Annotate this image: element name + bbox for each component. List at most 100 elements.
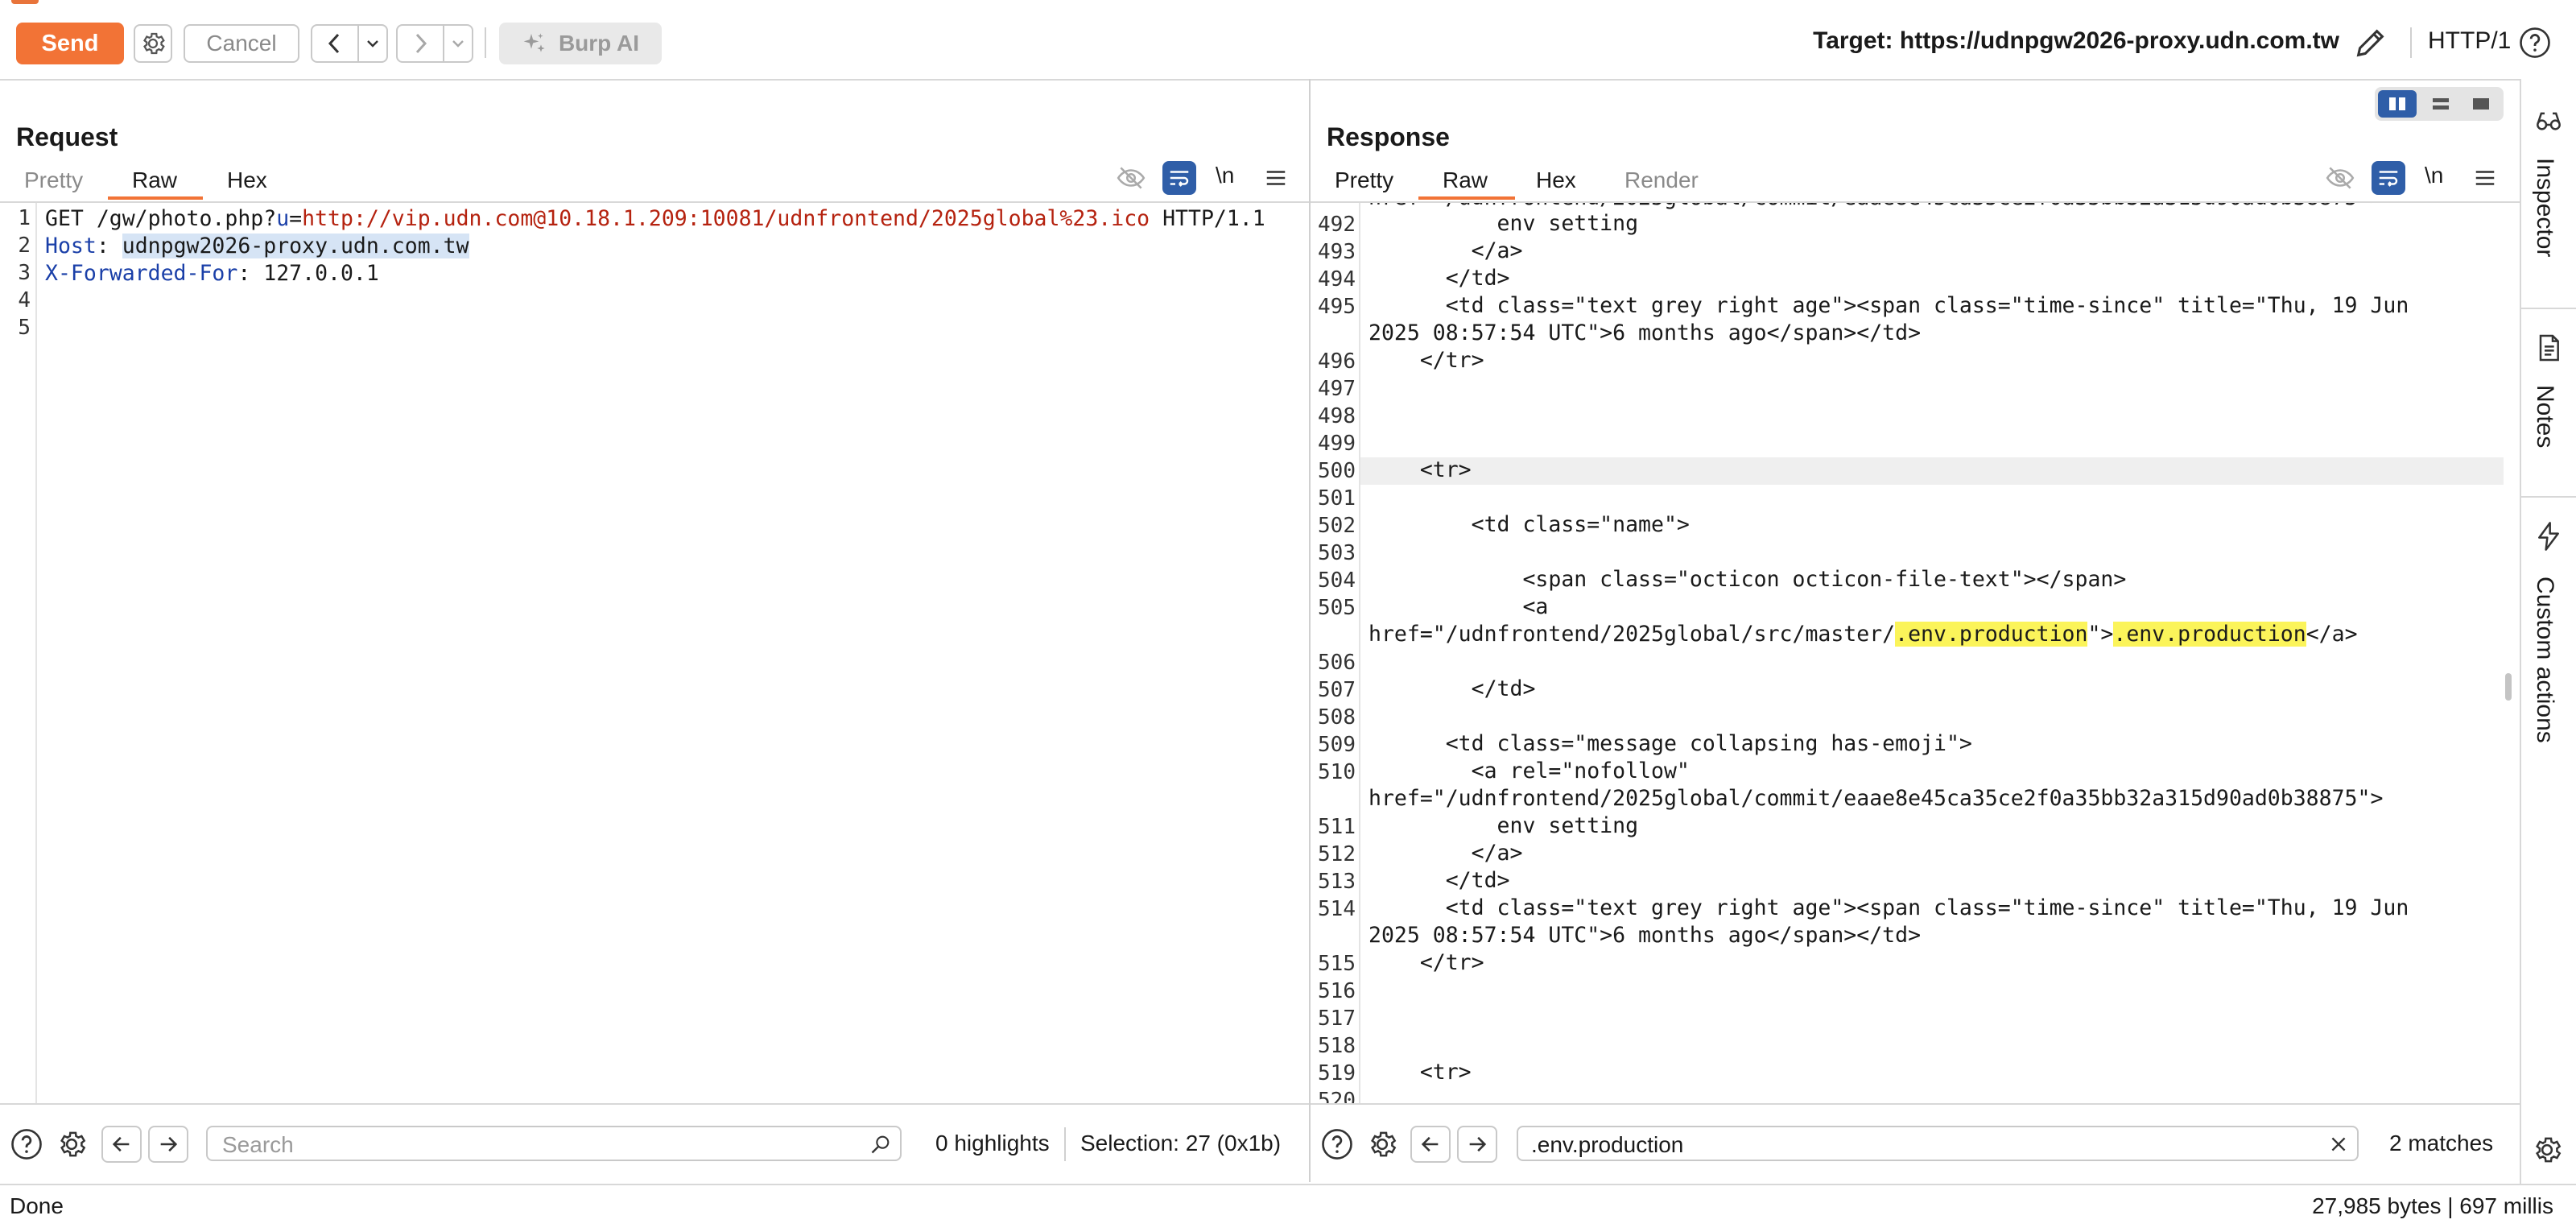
request-search-next-button[interactable] — [148, 1126, 188, 1163]
response-line-number: 498 — [1318, 404, 1356, 428]
response-line-number: 503 — [1318, 541, 1356, 565]
response-search-input[interactable]: .env.production — [1517, 1126, 2359, 1161]
toolbar-divider — [485, 27, 486, 58]
history-back-dropdown[interactable] — [357, 24, 388, 63]
response-code-line: <td class="message collapsing has-emoji"… — [1368, 731, 1972, 756]
notes-rail-label[interactable]: Notes — [2531, 385, 2558, 448]
single-pane-icon — [2473, 98, 2489, 110]
request-line-3[interactable]: X-Forwarded-For: 127.0.0.1 — [45, 261, 379, 286]
request-settings-button[interactable] — [134, 24, 172, 63]
response-code-line: <tr> — [1368, 457, 1472, 482]
response-line-number: 502 — [1318, 514, 1356, 538]
response-scrolled-line: href="/udnfrontend/2025global/commit/eaa… — [1368, 203, 2383, 210]
help-button[interactable] — [2518, 26, 2552, 60]
response-search-next-button[interactable] — [1457, 1126, 1497, 1163]
request-menu-button[interactable] — [1259, 161, 1293, 195]
history-back-button[interactable] — [311, 24, 359, 63]
eye-off-icon — [2326, 167, 2355, 189]
request-search-help-button[interactable] — [10, 1127, 43, 1161]
request-editor-border — [0, 201, 1309, 203]
http-version-label[interactable]: HTTP/1 — [2428, 27, 2511, 55]
response-search-settings-button[interactable] — [1365, 1127, 1399, 1161]
response-line-number: 510 — [1318, 760, 1356, 784]
edit-target-button[interactable] — [2352, 24, 2389, 61]
request-search-settings-button[interactable] — [55, 1127, 89, 1161]
chevron-left-icon — [328, 33, 340, 54]
response-line-number: 513 — [1318, 870, 1356, 894]
gear-icon — [143, 32, 165, 55]
layout-side-by-side-button[interactable] — [2378, 90, 2417, 118]
response-line-number: 508 — [1318, 705, 1356, 730]
response-code-line: </tr> — [1368, 950, 1484, 975]
arrow-left-icon — [1421, 1136, 1439, 1152]
custom-actions-rail-label[interactable]: Custom actions — [2531, 577, 2558, 743]
layout-single-button[interactable] — [2462, 90, 2500, 118]
response-scrollbar-thumb[interactable] — [2505, 673, 2512, 701]
response-code-line: 2025 08:57:54 UTC">6 months ago</span></… — [1368, 923, 1922, 948]
custom-actions-rail-button[interactable] — [2533, 520, 2565, 552]
request-line-number: 1 — [18, 206, 31, 230]
request-tab-raw[interactable]: Raw — [132, 167, 177, 193]
response-line-number: 507 — [1318, 678, 1356, 702]
request-line-1[interactable]: GET /gw/photo.php?u=http://vip.udn.com@1… — [45, 206, 1265, 231]
response-newline-toggle[interactable]: \n — [2425, 163, 2443, 188]
clear-search-icon[interactable] — [2328, 1134, 2349, 1155]
response-code-line: <td class="text grey right age"><span cl… — [1368, 895, 2409, 920]
code-segment: "> — [2087, 622, 2114, 647]
response-hide-nonprintable-button[interactable] — [2323, 161, 2357, 195]
response-line-number: 501 — [1318, 486, 1356, 511]
history-forward-dropdown[interactable] — [443, 24, 473, 63]
response-title: Response — [1327, 122, 1450, 151]
header-value: 127.0.0.1 — [263, 261, 379, 286]
inspector-rail-button[interactable] — [2533, 105, 2565, 137]
response-search-help-button[interactable] — [1320, 1127, 1354, 1161]
request-line-2[interactable]: Host: udnpgw2026-proxy.udn.com.tw — [45, 234, 469, 258]
sparkle-icon — [523, 33, 545, 52]
response-code-line: <a rel="nofollow" — [1368, 759, 1690, 783]
request-tab-hex[interactable]: Hex — [227, 167, 267, 193]
request-search-prev-button[interactable] — [101, 1126, 142, 1163]
bar-divider — [1064, 1127, 1066, 1161]
request-newline-toggle[interactable]: \n — [1216, 163, 1234, 188]
response-menu-button[interactable] — [2468, 161, 2502, 195]
response-match-count: 2 matches — [2389, 1131, 2494, 1156]
request-search-placeholder: Search — [222, 1132, 294, 1157]
history-forward-button[interactable] — [396, 24, 444, 63]
burp-ai-button[interactable]: Burp AI — [499, 23, 662, 64]
toolbar-divider — [2410, 27, 2412, 58]
response-line-number: 506 — [1318, 651, 1356, 675]
layout-stacked-button[interactable] — [2421, 90, 2460, 118]
response-tab-pretty[interactable]: Pretty — [1335, 167, 1393, 193]
request-tab-pretty[interactable]: Pretty — [24, 167, 83, 193]
request-highlights-count: 0 highlights — [935, 1131, 1050, 1156]
response-tab-hex[interactable]: Hex — [1536, 167, 1576, 193]
rail-settings-button[interactable] — [2531, 1134, 2565, 1168]
header-name: Host — [45, 234, 97, 258]
response-line-number: 495 — [1318, 295, 1356, 319]
response-editor[interactable]: href="/udnfrontend/2025global/commit/eaa… — [1311, 203, 2504, 1103]
response-tab-render[interactable]: Render — [1624, 167, 1699, 193]
send-button[interactable]: Send — [16, 23, 124, 64]
cancel-button[interactable]: Cancel — [184, 24, 299, 63]
request-hide-nonprintable-button[interactable] — [1114, 161, 1148, 195]
response-tab-raw[interactable]: Raw — [1443, 167, 1488, 193]
hamburger-icon — [1266, 171, 1286, 185]
request-search-input[interactable]: Search — [206, 1126, 902, 1161]
word-wrap-icon — [1170, 171, 1189, 187]
request-wrap-toggle[interactable] — [1162, 161, 1196, 195]
gear-icon — [2536, 1137, 2562, 1163]
response-line-number: 493 — [1318, 240, 1356, 264]
code-segment: </a> — [2306, 622, 2358, 647]
burp-ai-label: Burp AI — [558, 31, 640, 56]
header-value-selected: udnpgw2026-proxy.udn.com.tw — [122, 234, 469, 258]
response-line-number: 504 — [1318, 568, 1356, 593]
inspector-rail-label[interactable]: Inspector — [2531, 158, 2558, 257]
response-wrap-toggle[interactable] — [2372, 161, 2405, 195]
pencil-icon — [2356, 29, 2384, 57]
header-colon: : — [237, 261, 264, 286]
response-line-number: 499 — [1318, 432, 1356, 456]
response-search-prev-button[interactable] — [1410, 1126, 1451, 1163]
response-line-number: 497 — [1318, 377, 1356, 401]
notes-rail-button[interactable] — [2533, 332, 2565, 364]
current-line-highlight — [1360, 457, 2504, 485]
